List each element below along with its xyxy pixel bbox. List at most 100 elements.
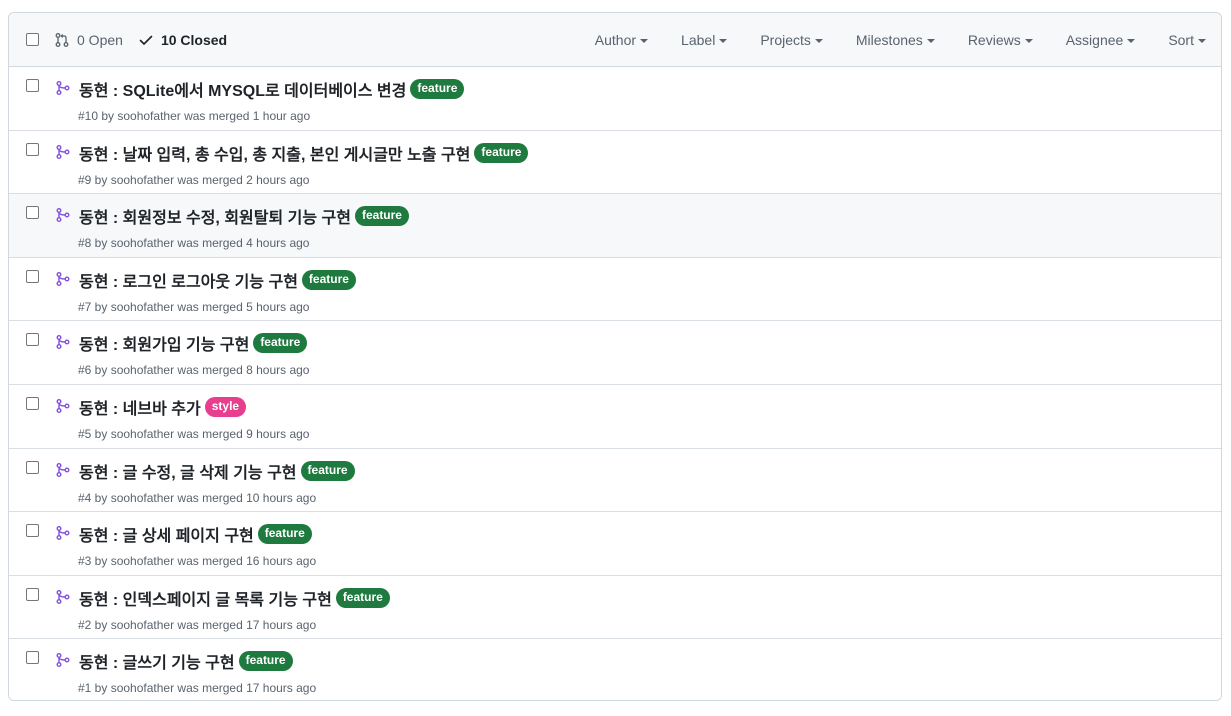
row-checkbox[interactable] xyxy=(26,269,39,283)
label-badge[interactable]: feature xyxy=(257,524,312,545)
pull-request-title-link[interactable]: 동현 : 네브바 추가 xyxy=(79,395,201,419)
pull-request-row: 동현 : 회원정보 수정, 회원탈퇴 기능 구현 feature #8 by soo… xyxy=(9,194,1221,258)
pull-request-meta: #3 by soohofather was merged 16 hours ag… xyxy=(78,554,317,569)
pull-request-title-link[interactable]: 동현 : 글 상세 페이지 구현 xyxy=(79,522,254,546)
label-filter-dropdown[interactable]: Label xyxy=(681,32,728,48)
title-line: 동현 : SQLite에서 MYSQL로 데이터베이스 변경 feature xyxy=(79,77,465,101)
caret-down-icon xyxy=(926,39,935,43)
closed-filter-link[interactable]: 10 Closed xyxy=(138,32,227,48)
git-merge-icon xyxy=(55,462,71,483)
title-line: 동현 : 로그인 로그아웃 기능 구현 feature xyxy=(79,268,356,292)
label-badge[interactable]: feature xyxy=(301,269,356,290)
label-filter-label: Label xyxy=(681,32,716,48)
row-checkbox[interactable] xyxy=(26,396,39,410)
list-header: 0 Open 10 Closed Author Label Projects M… xyxy=(9,13,1221,67)
label-badge[interactable]: feature xyxy=(410,79,465,99)
pull-request-title-link[interactable]: 동현 : 글쓰기 기능 구현 xyxy=(79,649,235,673)
label-badge[interactable]: feature xyxy=(354,206,409,227)
pull-request-meta: #5 by soohofather was merged 9 hours ago xyxy=(78,426,310,441)
row-checkbox[interactable] xyxy=(26,142,39,156)
git-merge-icon xyxy=(55,80,71,101)
git-merge-icon xyxy=(55,398,71,419)
open-filter-link[interactable]: 0 Open xyxy=(54,32,123,48)
pull-request-meta: #2 by soohofather was merged 17 hours ag… xyxy=(78,617,317,632)
git-merge-icon xyxy=(55,144,71,165)
pull-request-meta: #10 by soohofather was merged 1 hour ago xyxy=(78,109,311,123)
git-merge-icon xyxy=(55,652,71,673)
projects-filter-dropdown[interactable]: Projects xyxy=(760,32,823,48)
title-line: 동현 : 글 수정, 글 삭제 기능 구현 feature xyxy=(79,459,355,483)
sort-dropdown[interactable]: Sort xyxy=(1168,32,1206,48)
title-line: 동현 : 글쓰기 기능 구현 feature xyxy=(79,649,293,673)
row-checkbox[interactable] xyxy=(26,79,39,92)
filter-bar: Author Label Projects Milestones Reviews… xyxy=(595,13,1221,67)
pull-request-row: 동현 : SQLite에서 MYSQL로 데이터베이스 변경 feature #10… xyxy=(9,67,1221,131)
row-checkbox[interactable] xyxy=(26,651,39,665)
pull-request-row: 동현 : 네브바 추가 style #5 by soohofather was me… xyxy=(9,384,1221,449)
caret-down-icon xyxy=(1198,39,1206,43)
label-badge[interactable]: feature xyxy=(300,460,355,481)
closed-count-label: 10 Closed xyxy=(160,32,228,48)
pull-request-meta: #4 by soohofather was merged 10 hours ag… xyxy=(78,490,317,505)
pull-request-meta: #7 by soohofather was merged 5 hours ago xyxy=(78,299,310,314)
milestones-filter-dropdown[interactable]: Milestones xyxy=(856,32,935,48)
title-line: 동현 : 날짜 입력, 총 수입, 총 지출, 본인 게시글만 노출 구현 fea… xyxy=(79,141,529,165)
pull-request-row: 동현 : 날짜 입력, 총 수입, 총 지출, 본인 게시글만 노출 구현 fea… xyxy=(9,130,1221,195)
git-merge-icon xyxy=(55,525,71,546)
label-badge[interactable]: feature xyxy=(474,142,529,163)
git-merge-icon xyxy=(55,589,71,610)
pull-request-meta: #1 by soohofather was merged 17 hours ag… xyxy=(78,681,317,696)
pull-request-title-link[interactable]: 동현 : 회원가입 기능 구현 xyxy=(79,331,249,355)
row-checkbox[interactable] xyxy=(26,460,39,474)
select-all-checkbox[interactable] xyxy=(26,33,39,46)
pull-request-rows: 동현 : SQLite에서 MYSQL로 데이터베이스 변경 feature #10… xyxy=(9,67,1221,700)
label-badge[interactable]: feature xyxy=(253,333,308,354)
pull-request-row: 동현 : 인덱스페이지 글 목록 기능 구현 feature #2 by sooho… xyxy=(9,575,1221,640)
title-line: 동현 : 인덱스페이지 글 목록 기능 구현 feature xyxy=(79,586,390,610)
label-badge[interactable]: feature xyxy=(238,651,293,672)
state-toggles: 0 Open 10 Closed xyxy=(54,13,242,67)
reviews-filter-dropdown[interactable]: Reviews xyxy=(968,32,1033,48)
title-line: 동현 : 회원정보 수정, 회원탈퇴 기능 구현 feature xyxy=(79,204,409,228)
caret-down-icon xyxy=(640,39,649,43)
row-checkbox[interactable] xyxy=(26,333,39,347)
caret-down-icon xyxy=(719,39,728,43)
caret-down-icon xyxy=(1127,39,1136,43)
reviews-filter-label: Reviews xyxy=(967,32,1021,48)
row-checkbox[interactable] xyxy=(26,587,39,601)
git-merge-icon xyxy=(55,334,71,355)
pull-request-meta: #8 by soohofather was merged 4 hours ago xyxy=(78,236,310,251)
pull-request-title-link[interactable]: 동현 : 회원정보 수정, 회원탈퇴 기능 구현 xyxy=(79,204,351,228)
pull-request-title-link[interactable]: 동현 : 날짜 입력, 총 수입, 총 지출, 본인 게시글만 노출 구현 xyxy=(79,141,470,165)
title-line: 동현 : 네브바 추가 style xyxy=(79,395,247,419)
row-checkbox[interactable] xyxy=(26,524,39,538)
open-count-label: 0 Open xyxy=(77,32,123,48)
author-filter-dropdown[interactable]: Author xyxy=(594,32,649,48)
git-merge-icon xyxy=(55,207,71,228)
caret-down-icon xyxy=(1024,39,1033,43)
caret-down-icon xyxy=(814,39,823,43)
author-filter-label: Author xyxy=(594,32,637,48)
label-badge[interactable]: feature xyxy=(335,587,390,608)
label-badge[interactable]: style xyxy=(204,396,247,417)
pull-request-title-link[interactable]: 동현 : SQLite에서 MYSQL로 데이터베이스 변경 xyxy=(79,77,406,101)
pull-request-list: 0 Open 10 Closed Author Label Projects M… xyxy=(8,12,1222,701)
pull-request-title-link[interactable]: 동현 : 로그인 로그아웃 기능 구현 xyxy=(79,268,298,292)
sort-label: Sort xyxy=(1168,32,1194,48)
row-checkbox[interactable] xyxy=(26,206,39,220)
pull-request-row: 동현 : 글 상세 페이지 구현 feature #3 by soohofather… xyxy=(9,512,1221,576)
assignee-filter-dropdown[interactable]: Assignee xyxy=(1066,32,1136,48)
milestones-filter-label: Milestones xyxy=(855,32,923,48)
assignee-filter-label: Assignee xyxy=(1065,32,1124,48)
pull-request-title-link[interactable]: 동현 : 인덱스페이지 글 목록 기능 구현 xyxy=(79,586,332,610)
pull-request-title-link[interactable]: 동현 : 글 수정, 글 삭제 기능 구현 xyxy=(79,459,297,483)
pull-request-meta: #9 by soohofather was merged 2 hours ago xyxy=(78,172,310,187)
pull-request-row: 동현 : 로그인 로그아웃 기능 구현 feature #7 by soohofat… xyxy=(9,257,1221,322)
projects-filter-label: Projects xyxy=(760,32,811,48)
title-line: 동현 : 글 상세 페이지 구현 feature xyxy=(79,522,312,546)
git-pull-request-icon xyxy=(55,33,69,47)
pull-request-row: 동현 : 글 수정, 글 삭제 기능 구현 feature #4 by soohof… xyxy=(9,448,1221,513)
git-merge-icon xyxy=(55,271,71,292)
check-icon xyxy=(139,35,153,45)
pull-request-row: 동현 : 회원가입 기능 구현 feature #6 by soohofather … xyxy=(9,321,1221,385)
